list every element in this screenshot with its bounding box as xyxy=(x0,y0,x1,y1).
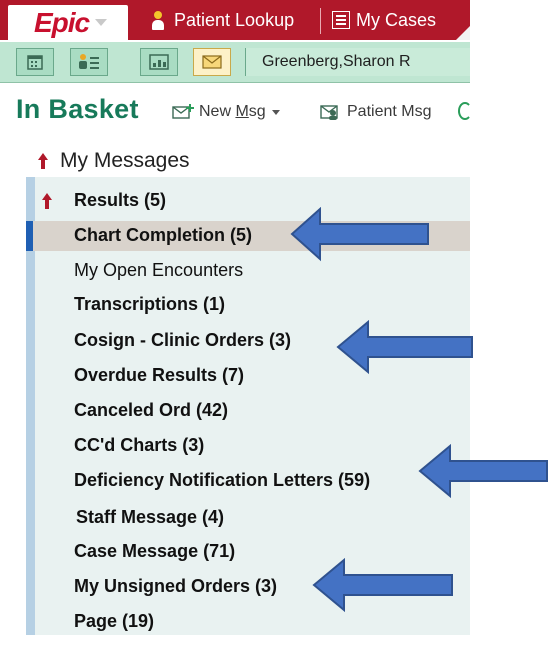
folder-canceled-ord[interactable]: Canceled Ord (42) xyxy=(74,400,228,421)
reports-button[interactable] xyxy=(140,48,178,76)
folder-ccd-charts[interactable]: CC'd Charts (3) xyxy=(74,435,204,456)
epic-menu-button[interactable]: Epic xyxy=(8,5,128,40)
folder-staff-message[interactable]: Staff Message (4) xyxy=(76,507,224,528)
patient-name-tab[interactable]: Greenberg,Sharon R xyxy=(245,48,470,76)
annotation-arrow-chart-completion xyxy=(290,207,429,262)
annotation-arrow-cosign-clinic-orders xyxy=(336,320,473,375)
folder-overdue-results[interactable]: Overdue Results (7) xyxy=(74,365,244,386)
dashboard-icon xyxy=(149,54,169,70)
page-title: In Basket xyxy=(16,94,139,124)
my-messages-label: My Messages xyxy=(60,149,190,172)
my-cases-label: My Cases xyxy=(356,9,437,30)
patient-list-button[interactable] xyxy=(70,48,108,76)
folder-results[interactable]: Results (5) xyxy=(74,190,166,211)
new-msg-label: New Msg xyxy=(199,103,266,120)
patient-list-icon xyxy=(79,54,99,69)
in-basket-button[interactable] xyxy=(193,48,231,76)
folder-deficiency-notification-letters[interactable]: Deficiency Notification Letters (59) xyxy=(74,470,370,491)
epic-logo: Epic xyxy=(34,6,90,38)
annotation-arrow-unsigned-orders xyxy=(312,558,453,613)
tab-divider xyxy=(320,8,321,34)
cases-list-icon xyxy=(332,11,350,29)
patient-icon xyxy=(150,9,166,31)
folder-my-open-encounters[interactable]: My Open Encounters xyxy=(74,260,243,281)
folder-chart-completion[interactable]: Chart Completion (5) xyxy=(74,225,252,246)
activity-toolbar: Greenberg,Sharon R xyxy=(0,42,470,83)
annotation-arrow-deficiency-letters xyxy=(418,444,548,499)
schedule-button[interactable] xyxy=(16,48,54,76)
my-messages-header[interactable]: My Messages xyxy=(26,143,470,177)
patient-lookup-label: Patient Lookup xyxy=(174,9,295,30)
folder-transcriptions[interactable]: Transcriptions (1) xyxy=(74,294,225,315)
patient-msg-button[interactable]: Patient Msg xyxy=(320,103,431,121)
calendar-icon xyxy=(27,55,43,70)
chevron-down-icon[interactable] xyxy=(271,109,280,115)
patient-msg-label: Patient Msg xyxy=(347,103,432,120)
my-cases-tab[interactable]: My Cases xyxy=(332,0,436,40)
envelope-icon xyxy=(202,55,222,69)
selection-indicator xyxy=(26,221,33,251)
folder-page[interactable]: Page (19) xyxy=(74,611,154,632)
new-msg-button[interactable]: New Msg xyxy=(172,103,286,121)
patient-lookup-tab[interactable]: Patient Lookup xyxy=(150,0,294,40)
patient-message-icon xyxy=(320,105,338,120)
chevron-down-icon xyxy=(95,19,108,26)
up-arrow-icon xyxy=(38,153,48,169)
new-message-icon xyxy=(172,104,194,119)
folder-case-message[interactable]: Case Message (71) xyxy=(74,541,235,562)
patient-name-label: Greenberg,Sharon R xyxy=(262,53,411,70)
title-bar: Epic Patient Lookup My Cases xyxy=(0,0,470,40)
up-arrow-icon xyxy=(42,193,52,209)
tab-corner xyxy=(456,26,470,40)
folder-my-unsigned-orders[interactable]: My Unsigned Orders (3) xyxy=(74,576,277,597)
folder-cosign-clinic-orders[interactable]: Cosign - Clinic Orders (3) xyxy=(74,330,291,351)
refresh-icon[interactable] xyxy=(458,102,472,120)
